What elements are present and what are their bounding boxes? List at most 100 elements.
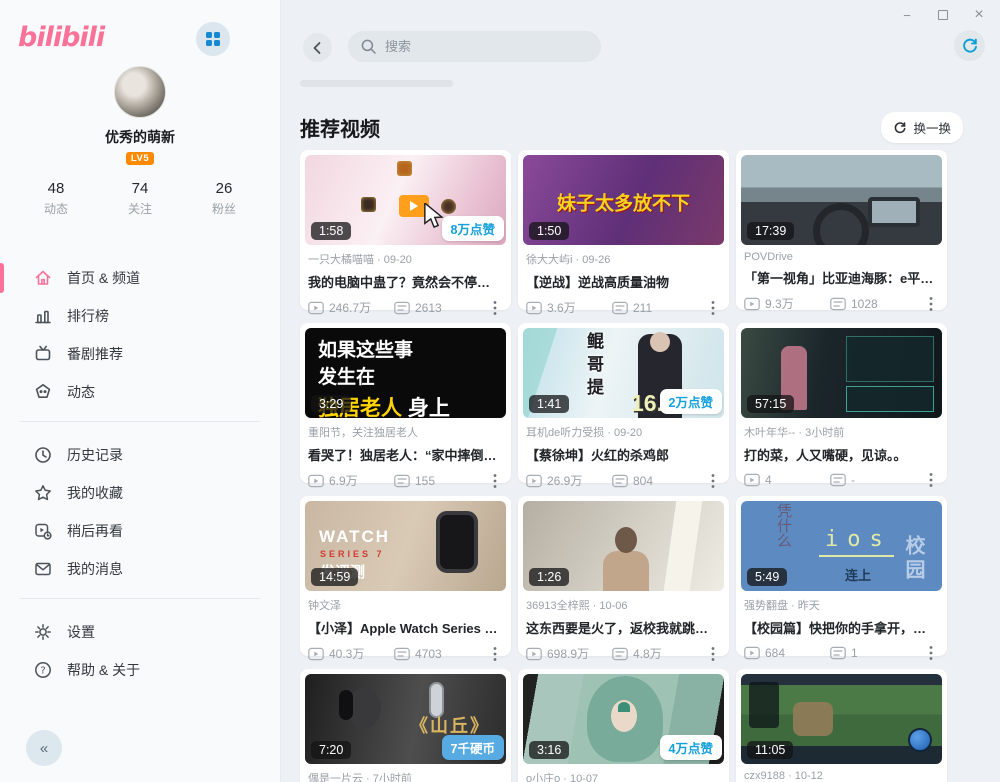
sidebar-collapse-button[interactable]: « (26, 730, 62, 766)
uploader-line[interactable]: 强势翻盘 · 昨天 (744, 597, 939, 613)
video-title[interactable]: 我的电脑中蛊了？竟然会不停自动生出... (308, 272, 503, 291)
danmaku-count: 2613 (415, 301, 442, 315)
user-block: 优秀的萌新 LV5 48 动态 74 关注 26 粉丝 (0, 66, 280, 217)
sidebar-item-home[interactable]: 首页 & 频道 (0, 259, 280, 297)
sidebar-item-label: 动态 (67, 382, 95, 402)
kebab-icon (929, 472, 933, 488)
danmaku-icon (612, 647, 628, 661)
more-options-button[interactable] (705, 646, 721, 662)
video-card[interactable]: 3:16 4万点赞 o小庄o · 10-07 (518, 669, 729, 782)
thumbnail-text: 发生在 (318, 362, 375, 389)
danmaku-icon (830, 646, 846, 660)
close-button[interactable]: × (972, 8, 986, 22)
more-options-button[interactable] (923, 645, 939, 661)
sidebar-item-settings[interactable]: 设置 (0, 613, 280, 651)
kebab-icon (711, 473, 715, 489)
uploader-line[interactable]: POVDrive (744, 251, 939, 263)
video-title[interactable]: 看哭了！独居老人：“家中摔倒，最痛... (308, 445, 503, 464)
content-placeholder-bar (300, 80, 453, 87)
duration-badge: 3:16 (529, 741, 569, 759)
video-card[interactable]: 1:26 36913全梓熙 · 10-06 这东西要是火了，返校我就跳给全班同.… (518, 496, 729, 656)
kebab-icon (929, 645, 933, 661)
sidebar-item-messages[interactable]: 我的消息 (0, 550, 280, 588)
back-button[interactable] (303, 33, 332, 62)
view-count: 40.3万 (329, 645, 364, 662)
uploader-line[interactable]: 耳机de听力受损 · 09-20 (526, 424, 721, 440)
play-count-icon (308, 474, 324, 488)
more-options-button[interactable] (705, 300, 721, 316)
uploader-line[interactable]: 一只大橘喵喵 · 09-20 (308, 251, 503, 267)
video-title[interactable]: 这东西要是火了，返校我就跳给全班同... (526, 618, 721, 637)
video-card[interactable]: 如果这些事 发生在 独居老人 身上 3:29 重阳节，关注独居老人 看哭了！独居… (300, 323, 511, 483)
more-options-button[interactable] (923, 296, 939, 312)
video-card[interactable]: 《山丘》 7:20 7千硬币 偶是一片云 · 7小时前 (300, 669, 511, 782)
uploader-line[interactable]: 钟文泽 (308, 597, 503, 613)
avatar[interactable] (114, 66, 166, 118)
play-count-icon (526, 647, 542, 661)
sidebar-menu-primary: 首页 & 频道 排行榜 番剧推荐 (0, 259, 280, 411)
uploader-line[interactable]: 偶是一片云 · 7小时前 (308, 770, 503, 782)
sidebar-item-ranking[interactable]: 排行榜 (0, 297, 280, 335)
video-card[interactable]: 57:15 木叶年华-- · 3小时前 打的菜，人又嘴硬，见谅。。 4 - (736, 323, 947, 483)
video-card[interactable]: 11:05 czx9188 · 10-12 (736, 669, 947, 782)
view-count: 698.9万 (547, 645, 589, 662)
video-title[interactable]: 【小泽】Apple Watch Series 7评测：... (308, 618, 503, 637)
video-grid: 1:58 8万点赞 一只大橘喵喵 · 09-20 我的电脑中蛊了？竟然会不停自动… (300, 150, 947, 782)
uploader-line[interactable]: czx9188 · 10-12 (744, 770, 939, 782)
uploader-line[interactable]: 徐大大屿i · 09-26 (526, 251, 721, 267)
more-options-button[interactable] (487, 300, 503, 316)
sidebar-item-label: 稍后再看 (67, 521, 123, 541)
video-card[interactable]: 凭什么 ios 连上 校园 5:49 强势翻盘 · 昨天 【校园篇】快把你的手拿… (736, 496, 947, 656)
more-options-button[interactable] (487, 473, 503, 489)
apps-grid-button[interactable] (196, 22, 230, 56)
stat-following[interactable]: 74 关注 (118, 180, 162, 217)
history-icon (33, 445, 53, 465)
minimize-button[interactable]: − (900, 8, 914, 22)
duration-badge: 5:49 (747, 568, 787, 586)
stat-followers[interactable]: 26 粉丝 (202, 180, 246, 217)
video-card[interactable]: 妹子太多放不下 1:50 徐大大屿i · 09-26 【逆战】逆战高质量油物 3… (518, 150, 729, 310)
video-thumbnail: WATCH SERIES 7 发评测 14:59 (305, 501, 506, 591)
star-icon (33, 483, 53, 503)
uploader-line[interactable]: 重阳节，关注独居老人 (308, 424, 503, 440)
stat-dynamics[interactable]: 48 动态 (34, 180, 78, 217)
uploader-line[interactable]: o小庄o · 10-07 (526, 770, 721, 782)
video-title[interactable]: 【校园篇】快把你的手拿开，让快捷指... (744, 618, 939, 637)
video-card[interactable]: WATCH SERIES 7 发评测 14:59 钟文泽 【小泽】Apple W… (300, 496, 511, 656)
maximize-button[interactable] (936, 8, 950, 22)
video-title[interactable]: 「第一视角」比亚迪海豚：e平台3.0首... (744, 268, 939, 287)
thumbnail-text: 如果这些事 (318, 335, 413, 362)
sidebar-divider (20, 598, 260, 599)
sidebar-menu-system: 设置 ? 帮助 & 关于 (0, 613, 280, 689)
uploader-line[interactable]: 36913全梓熙 · 10-06 (526, 597, 721, 613)
sidebar-item-bangumi[interactable]: 番剧推荐 (0, 335, 280, 373)
video-title[interactable]: 打的菜，人又嘴硬，见谅。。 (744, 445, 939, 464)
search-input[interactable] (385, 39, 575, 54)
refresh-button[interactable] (954, 30, 985, 61)
video-card[interactable]: 鲲哥提 16.8 1:41 2万点赞 耳机de听力受损 · 09-20 【蔡徐坤… (518, 323, 729, 483)
video-card[interactable]: 17:39 POVDrive 「第一视角」比亚迪海豚：e平台3.0首... 9.… (736, 150, 947, 310)
danmaku-count: 155 (415, 474, 435, 488)
view-count: 4 (765, 473, 772, 487)
video-title[interactable]: 【蔡徐坤】火红的杀鸡郎 (526, 445, 721, 464)
coins-badge: 7千硬币 (442, 735, 504, 760)
sidebar-item-help[interactable]: ? 帮助 & 关于 (0, 651, 280, 689)
sidebar-item-watch-later[interactable]: 稍后再看 (0, 512, 280, 550)
kebab-icon (711, 646, 715, 662)
sidebar-item-dynamics[interactable]: 动态 (0, 373, 280, 411)
more-options-button[interactable] (487, 646, 503, 662)
view-count: 684 (765, 646, 785, 660)
uploader-line[interactable]: 木叶年华-- · 3小时前 (744, 424, 939, 440)
duration-badge: 1:58 (311, 222, 351, 240)
sidebar-item-history[interactable]: 历史记录 (0, 436, 280, 474)
sidebar-item-label: 历史记录 (67, 445, 123, 465)
shuffle-button[interactable]: 换一换 (881, 112, 963, 143)
likes-badge: 8万点赞 (442, 216, 504, 241)
sidebar-item-favorites[interactable]: 我的收藏 (0, 474, 280, 512)
user-stats: 48 动态 74 关注 26 粉丝 (0, 180, 280, 217)
more-options-button[interactable] (705, 473, 721, 489)
more-options-button[interactable] (923, 472, 939, 488)
video-title[interactable]: 【逆战】逆战高质量油物 (526, 272, 721, 291)
video-card[interactable]: 1:58 8万点赞 一只大橘喵喵 · 09-20 我的电脑中蛊了？竟然会不停自动… (300, 150, 511, 310)
thumbnail-text: 校园 (899, 535, 928, 583)
